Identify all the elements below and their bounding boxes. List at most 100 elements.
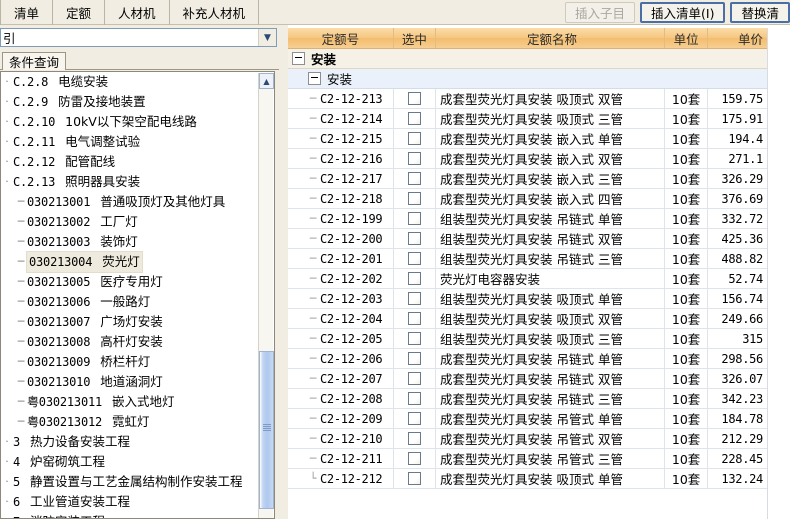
row-checkbox[interactable]: [407, 212, 421, 225]
tree-item[interactable]: ─ 030213005 医疗专用灯: [1, 272, 259, 292]
chevron-down-icon[interactable]: ▼: [258, 29, 276, 46]
table-row[interactable]: ─ C2-12-204 组装型荧光灯具安装 吸顶式 双管 10套 249.66: [288, 309, 768, 329]
col-unit[interactable]: 单位: [665, 28, 709, 48]
row-checkbox[interactable]: [407, 252, 421, 265]
cell-select[interactable]: [394, 409, 437, 428]
table-row[interactable]: ─ C2-12-218 成套型荧光灯具安装 嵌入式 四管 10套 376.69: [288, 189, 768, 209]
cell-select[interactable]: [394, 449, 437, 468]
row-checkbox[interactable]: [407, 112, 421, 125]
tree-item[interactable]: ─ 030213009 桥栏杆灯: [1, 352, 259, 372]
table-row[interactable]: ─ C2-12-209 成套型荧光灯具安装 吊管式 单管 10套 184.78: [288, 409, 768, 429]
cell-select[interactable]: [394, 309, 437, 328]
tree-item[interactable]: ─ 粤030213011 嵌入式地灯: [1, 392, 259, 412]
row-checkbox[interactable]: [407, 352, 421, 365]
col-code[interactable]: 定额号: [288, 28, 394, 48]
cell-select[interactable]: [394, 189, 437, 208]
table-row[interactable]: ─ C2-12-203 组装型荧光灯具安装 吸顶式 单管 10套 156.74: [288, 289, 768, 309]
table-row[interactable]: ─ C2-12-202 荧光灯电容器安装 10套 52.74: [288, 269, 768, 289]
row-checkbox[interactable]: [407, 232, 421, 245]
table-row[interactable]: └ C2-12-212 成套型荧光灯具安装 吸顶式 单管 10套 132.24: [288, 469, 768, 489]
cell-select[interactable]: [394, 369, 437, 388]
row-checkbox[interactable]: [407, 312, 421, 325]
tab-buchong-rencaiji[interactable]: 补充人材机: [170, 0, 260, 25]
cell-select[interactable]: [394, 109, 437, 128]
row-checkbox[interactable]: [407, 452, 421, 465]
table-row[interactable]: ─ C2-12-213 成套型荧光灯具安装 吸顶式 双管 10套 159.75: [288, 89, 768, 109]
tree-item[interactable]: · C.2.13 照明器具安装: [1, 172, 259, 192]
cell-select[interactable]: [394, 329, 437, 348]
tree-item[interactable]: ─ 030213003 装饰灯: [1, 232, 259, 252]
search-combobox[interactable]: 引 ▼: [0, 28, 277, 47]
row-checkbox[interactable]: [407, 132, 421, 145]
col-name[interactable]: 定额名称: [436, 28, 665, 48]
table-row[interactable]: ─ C2-12-199 组装型荧光灯具安装 吊链式 单管 10套 332.72: [288, 209, 768, 229]
tree-item[interactable]: · C.2.8 电缆安装: [1, 72, 259, 92]
row-checkbox[interactable]: [407, 472, 421, 485]
row-checkbox[interactable]: [407, 332, 421, 345]
tab-qingdan[interactable]: 清单: [0, 0, 54, 25]
tree-item[interactable]: · 3 热力设备安装工程: [1, 432, 259, 452]
tree-item[interactable]: ·7 消防安装工程: [1, 512, 259, 518]
tree-item[interactable]: · 5 静置设置与工艺金属结构制作安装工程: [1, 472, 259, 492]
group-row-level1[interactable]: 安装: [288, 49, 768, 69]
cell-select[interactable]: [394, 129, 437, 148]
table-row[interactable]: ─ C2-12-214 成套型荧光灯具安装 吸顶式 三管 10套 175.91: [288, 109, 768, 129]
row-checkbox[interactable]: [407, 192, 421, 205]
table-row[interactable]: ─ C2-12-217 成套型荧光灯具安装 嵌入式 三管 10套 326.29: [288, 169, 768, 189]
tab-condition-query[interactable]: 条件查询: [2, 52, 67, 70]
tab-dinge[interactable]: 定额: [53, 0, 106, 25]
table-row[interactable]: ─ C2-12-215 成套型荧光灯具安装 嵌入式 单管 10套 194.4: [288, 129, 768, 149]
cell-select[interactable]: [394, 469, 437, 488]
table-row[interactable]: ─ C2-12-216 成套型荧光灯具安装 嵌入式 双管 10套 271.1: [288, 149, 768, 169]
table-row[interactable]: ─ C2-12-201 组装型荧光灯具安装 吊链式 三管 10套 488.82: [288, 249, 768, 269]
row-checkbox[interactable]: [407, 412, 421, 425]
col-price[interactable]: 单价: [708, 28, 768, 48]
col-select[interactable]: 选中: [394, 28, 437, 48]
row-checkbox[interactable]: [407, 272, 421, 285]
tree-item[interactable]: ─ 030213006 一般路灯: [1, 292, 259, 312]
cell-select[interactable]: [394, 429, 437, 448]
collapse-minus-icon[interactable]: [292, 52, 305, 65]
tree-item[interactable]: · C.2.10 10kV以下架空配电线路: [1, 112, 259, 132]
table-row[interactable]: ─ C2-12-206 成套型荧光灯具安装 吊链式 单管 10套 298.56: [288, 349, 768, 369]
tree-item[interactable]: · C.2.11 电气调整试验: [1, 132, 259, 152]
table-row[interactable]: ─ C2-12-208 成套型荧光灯具安装 吊链式 三管 10套 342.23: [288, 389, 768, 409]
tree-item[interactable]: ─ 030213004 荧光灯: [1, 251, 259, 273]
category-tree[interactable]: · C.2.8 电缆安装 · C.2.9 防雷及接地装置 · C.2.10 10kV以下架空配电…: [1, 72, 259, 518]
row-checkbox[interactable]: [407, 92, 421, 105]
tree-item[interactable]: · 4 炉窑砌筑工程: [1, 452, 259, 472]
row-checkbox[interactable]: [407, 172, 421, 185]
tree-item[interactable]: ─ 030213008 高杆灯安装: [1, 332, 259, 352]
cell-select[interactable]: [394, 389, 437, 408]
cell-select[interactable]: [394, 249, 437, 268]
tree-item[interactable]: · 6 工业管道安装工程: [1, 492, 259, 512]
cell-select[interactable]: [394, 169, 437, 188]
cell-select[interactable]: [394, 209, 437, 228]
cell-select[interactable]: [394, 349, 437, 368]
cell-select[interactable]: [394, 289, 437, 308]
tree-vertical-scrollbar[interactable]: ▲: [258, 73, 274, 518]
row-checkbox[interactable]: [407, 372, 421, 385]
tab-rencaiji[interactable]: 人材机: [105, 0, 170, 25]
tree-item[interactable]: · C.2.12 配管配线: [1, 152, 259, 172]
tree-item[interactable]: ─ 030213002 工厂灯: [1, 212, 259, 232]
tree-item[interactable]: ─ 030213010 地道涵洞灯: [1, 372, 259, 392]
tree-item[interactable]: ─ 030213007 广场灯安装: [1, 312, 259, 332]
insert-sub-item-button[interactable]: 插入子目: [565, 2, 636, 23]
table-row[interactable]: ─ C2-12-211 成套型荧光灯具安装 吊管式 三管 10套 228.45: [288, 449, 768, 469]
cell-select[interactable]: [394, 149, 437, 168]
cell-select[interactable]: [394, 269, 437, 288]
scroll-up-arrow-icon[interactable]: ▲: [259, 73, 274, 89]
tree-item[interactable]: ─ 粤030213012 霓虹灯: [1, 412, 259, 432]
cell-select[interactable]: [394, 89, 437, 108]
table-row[interactable]: ─ C2-12-205 组装型荧光灯具安装 吸顶式 三管 10套 315: [288, 329, 768, 349]
table-row[interactable]: ─ C2-12-200 组装型荧光灯具安装 吊链式 双管 10套 425.36: [288, 229, 768, 249]
row-checkbox[interactable]: [407, 432, 421, 445]
row-checkbox[interactable]: [407, 392, 421, 405]
row-checkbox[interactable]: [407, 152, 421, 165]
insert-list-button[interactable]: 插入清单(I): [640, 2, 726, 23]
row-checkbox[interactable]: [407, 292, 421, 305]
tree-item[interactable]: ─ 030213001 普通吸顶灯及其他灯具: [1, 192, 259, 212]
table-row[interactable]: ─ C2-12-207 成套型荧光灯具安装 吊链式 双管 10套 326.07: [288, 369, 768, 389]
collapse-minus-icon[interactable]: [308, 72, 321, 85]
